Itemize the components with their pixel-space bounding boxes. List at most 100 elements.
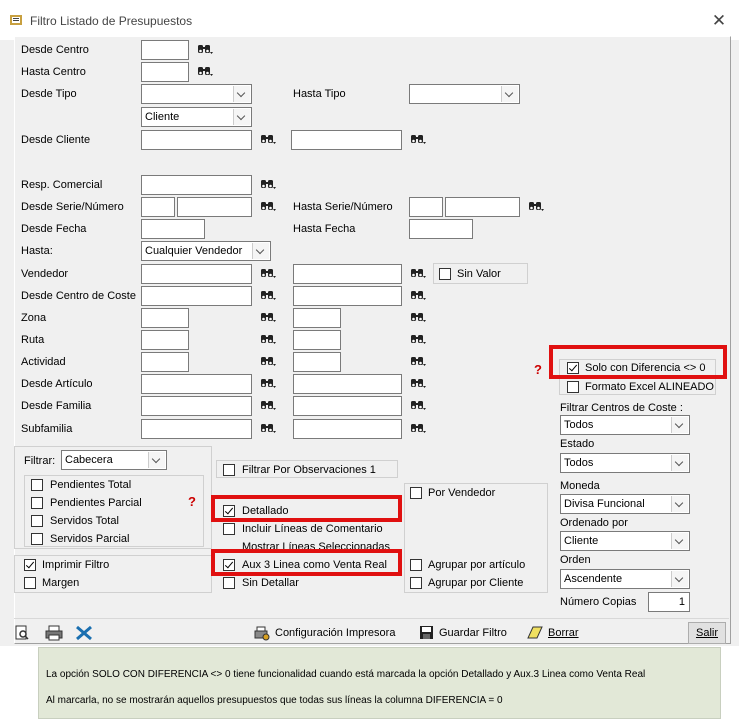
save-icon[interactable] — [419, 625, 434, 640]
desde-centro-input[interactable] — [141, 40, 189, 60]
binoculars-icon[interactable] — [260, 178, 277, 190]
binoculars-icon[interactable] — [410, 333, 427, 345]
desde-cliente-input[interactable] — [141, 130, 252, 150]
hasta-serie-input[interactable] — [409, 197, 443, 217]
hasta-vendedor-select[interactable]: Cualquier Vendedor — [141, 241, 271, 261]
moneda-select[interactable]: Divisa Funcional — [560, 494, 690, 514]
hasta-numero-input[interactable] — [445, 197, 520, 217]
sin-detallar-checkbox[interactable] — [223, 577, 235, 589]
pendientes-parcial-checkbox[interactable] — [31, 497, 43, 509]
chevron-down-icon[interactable] — [671, 496, 688, 512]
incluir-comentario-checkbox[interactable] — [223, 523, 235, 535]
desde-centro-coste-input[interactable] — [141, 286, 252, 306]
close-icon[interactable]: ✕ — [710, 11, 728, 31]
chevron-down-icon[interactable] — [148, 452, 165, 468]
hasta-fecha-input[interactable] — [409, 219, 473, 239]
agrupar-articulo-checkbox[interactable] — [410, 559, 422, 571]
binoculars-icon[interactable] — [260, 355, 277, 367]
servidos-parcial-checkbox[interactable] — [31, 533, 43, 545]
binoculars-icon[interactable] — [410, 399, 427, 411]
ordenado-por-select[interactable]: Cliente — [560, 531, 690, 551]
binoculars-icon[interactable] — [410, 422, 427, 434]
binoculars-icon[interactable] — [260, 133, 277, 145]
hasta-serie-label: Hasta Serie/Número — [293, 201, 393, 213]
binoculars-icon[interactable] — [197, 43, 214, 55]
binoculars-icon[interactable] — [410, 133, 427, 145]
binoculars-icon[interactable] — [410, 267, 427, 279]
binoculars-icon[interactable] — [260, 422, 277, 434]
chevron-down-icon[interactable] — [671, 533, 688, 549]
guardar-filtro-button[interactable]: Guardar Filtro — [439, 627, 507, 639]
resp-comercial-input[interactable] — [141, 175, 252, 195]
imprimir-filtro-checkbox[interactable] — [24, 559, 36, 571]
desde-serie-input[interactable] — [141, 197, 175, 217]
binoculars-icon[interactable] — [260, 311, 277, 323]
hasta-familia-input[interactable] — [293, 396, 402, 416]
filtrar-centros-select[interactable]: Todos — [560, 415, 690, 435]
desde-fecha-input[interactable] — [141, 219, 205, 239]
hasta-tipo-select[interactable] — [409, 84, 520, 104]
orden-select[interactable]: Ascendente — [560, 569, 690, 589]
estado-select[interactable]: Todos — [560, 453, 690, 473]
agrupar-cliente-checkbox[interactable] — [410, 577, 422, 589]
servidos-total-checkbox[interactable] — [31, 515, 43, 527]
binoculars-icon[interactable] — [260, 399, 277, 411]
desde-ruta-input[interactable] — [141, 330, 189, 350]
desde-subfamilia-input[interactable] — [141, 419, 252, 439]
config-impresora-button[interactable]: Configuración Impresora — [275, 627, 395, 639]
print-preview-icon[interactable] — [14, 625, 30, 641]
hasta-centro-input[interactable] — [141, 62, 189, 82]
hasta-articulo-input[interactable] — [293, 374, 402, 394]
hasta-actividad-input[interactable] — [293, 352, 341, 372]
chevron-down-icon[interactable] — [233, 86, 250, 102]
binoculars-icon[interactable] — [410, 311, 427, 323]
desde-tipo-select[interactable] — [141, 84, 252, 104]
binoculars-icon[interactable] — [410, 355, 427, 367]
hasta-cliente-input[interactable] — [291, 130, 402, 150]
binoculars-icon[interactable] — [528, 200, 545, 212]
hasta-vendedor-input[interactable] — [293, 264, 402, 284]
filtrar-observaciones-checkbox[interactable] — [223, 464, 235, 476]
por-vendedor-checkbox[interactable] — [410, 487, 422, 499]
zona-label: Zona — [21, 312, 47, 324]
chevron-down-icon[interactable] — [671, 455, 688, 471]
excel-export-icon[interactable] — [75, 625, 93, 641]
salir-button[interactable]: Salir — [688, 622, 726, 644]
binoculars-icon[interactable] — [197, 65, 214, 77]
formato-excel-checkbox[interactable] — [567, 381, 579, 393]
sin-valor-checkbox[interactable] — [439, 268, 451, 280]
desde-numero-input[interactable] — [177, 197, 252, 217]
desde-vendedor-input[interactable] — [141, 264, 252, 284]
chevron-down-icon[interactable] — [501, 86, 518, 102]
desde-familia-input[interactable] — [141, 396, 252, 416]
printer-icon[interactable] — [45, 625, 63, 641]
binoculars-icon[interactable] — [260, 200, 277, 212]
binoculars-icon[interactable] — [410, 289, 427, 301]
desde-zona-input[interactable] — [141, 308, 189, 328]
chevron-down-icon[interactable] — [671, 571, 688, 587]
binoculars-icon[interactable] — [410, 377, 427, 389]
binoculars-icon[interactable] — [260, 333, 277, 345]
eraser-icon[interactable] — [527, 626, 543, 639]
borrar-button[interactable]: Borrar — [548, 627, 579, 639]
desde-articulo-input[interactable] — [141, 374, 252, 394]
binoculars-icon[interactable] — [260, 289, 277, 301]
pendientes-total-checkbox[interactable] — [31, 479, 43, 491]
filtrar-select[interactable]: Cabecera — [61, 450, 167, 470]
chevron-down-icon[interactable] — [671, 417, 688, 433]
desde-tipo-subselect[interactable]: Cliente — [141, 107, 252, 127]
chevron-down-icon[interactable] — [252, 243, 269, 259]
desde-actividad-input[interactable] — [141, 352, 189, 372]
chevron-down-icon[interactable] — [233, 109, 250, 125]
margen-checkbox[interactable] — [24, 577, 36, 589]
printer-config-icon[interactable] — [254, 625, 270, 641]
imprimir-filtro-label: Imprimir Filtro — [42, 559, 110, 571]
salir-label: Salir — [695, 627, 718, 639]
binoculars-icon[interactable] — [260, 377, 277, 389]
numero-copias-input[interactable]: 1 — [648, 592, 690, 612]
hasta-centro-coste-input[interactable] — [293, 286, 402, 306]
hasta-subfamilia-input[interactable] — [293, 419, 402, 439]
binoculars-icon[interactable] — [260, 267, 277, 279]
hasta-ruta-input[interactable] — [293, 330, 341, 350]
hasta-zona-input[interactable] — [293, 308, 341, 328]
